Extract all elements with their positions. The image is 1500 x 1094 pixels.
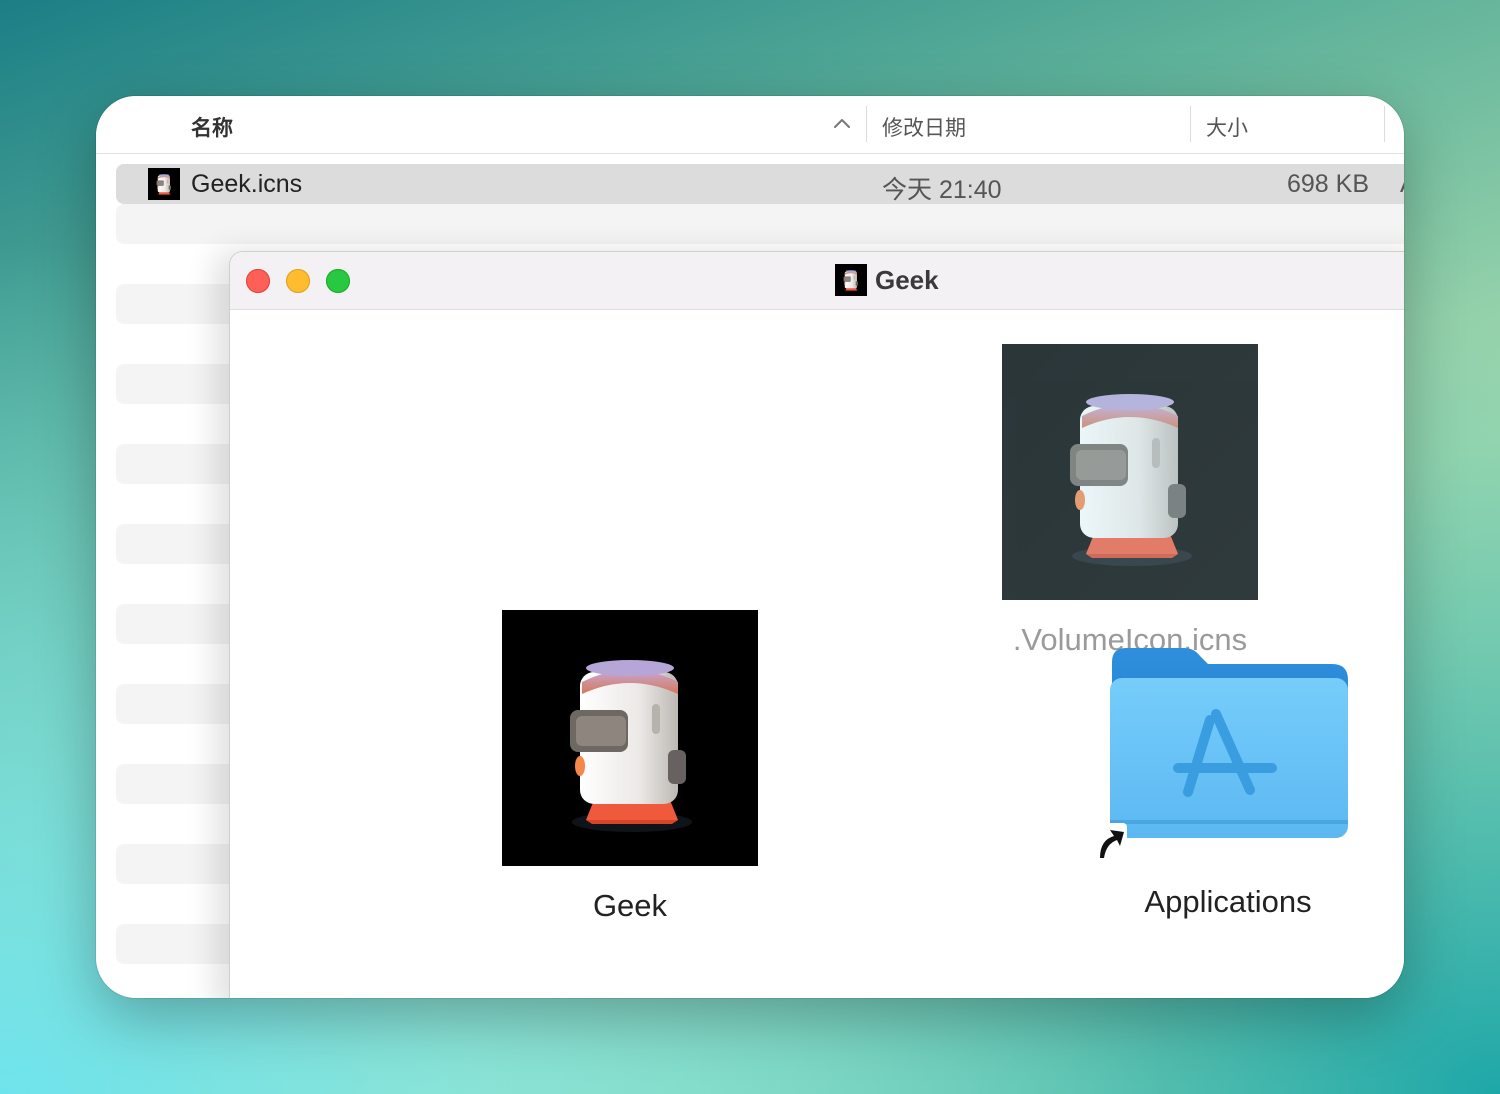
applications-folder-icon[interactable] <box>1100 642 1350 842</box>
finder-list-window: 名称 修改日期 大小 Geek.icns 今天 21:40 698 KB A <box>96 96 1404 998</box>
row-file-name: Geek.icns <box>191 170 303 198</box>
geek-robot-image[interactable] <box>502 610 758 866</box>
dmg-installer-window: Geek Geek .VolumeIcon.icns Applications <box>229 251 1404 998</box>
row-kind-fragment: A <box>1400 170 1404 199</box>
list-header: 名称 修改日期 大小 <box>96 96 1404 154</box>
file-label-geek[interactable]: Geek <box>460 888 800 924</box>
geek-robot-image[interactable] <box>1002 344 1258 600</box>
chevron-up-icon[interactable] <box>832 114 852 134</box>
alias-arrow-icon <box>1093 823 1127 865</box>
row-date-modified: 今天 21:40 <box>882 176 1002 204</box>
row-size: 698 KB <box>1287 170 1370 198</box>
zoom-button[interactable] <box>326 269 350 293</box>
column-header-date-modified[interactable]: 修改日期 <box>882 112 966 142</box>
minimize-button[interactable] <box>286 269 310 293</box>
close-button[interactable] <box>246 269 270 293</box>
column-header-size[interactable]: 大小 <box>1206 112 1248 142</box>
table-row-selected[interactable]: Geek.icns 今天 21:40 698 KB A <box>116 164 1404 204</box>
column-separator[interactable] <box>1190 106 1191 142</box>
window-titlebar[interactable]: Geek <box>230 252 1404 310</box>
geek-robot-icon <box>835 264 867 296</box>
column-separator[interactable] <box>1384 106 1385 142</box>
column-separator[interactable] <box>866 106 867 142</box>
geek-robot-icon <box>148 168 180 200</box>
column-header-name[interactable]: 名称 <box>191 112 233 142</box>
file-label-applications[interactable]: Applications <box>1058 884 1398 920</box>
window-title: Geek <box>875 265 939 295</box>
empty-row-stripe <box>116 204 1404 244</box>
